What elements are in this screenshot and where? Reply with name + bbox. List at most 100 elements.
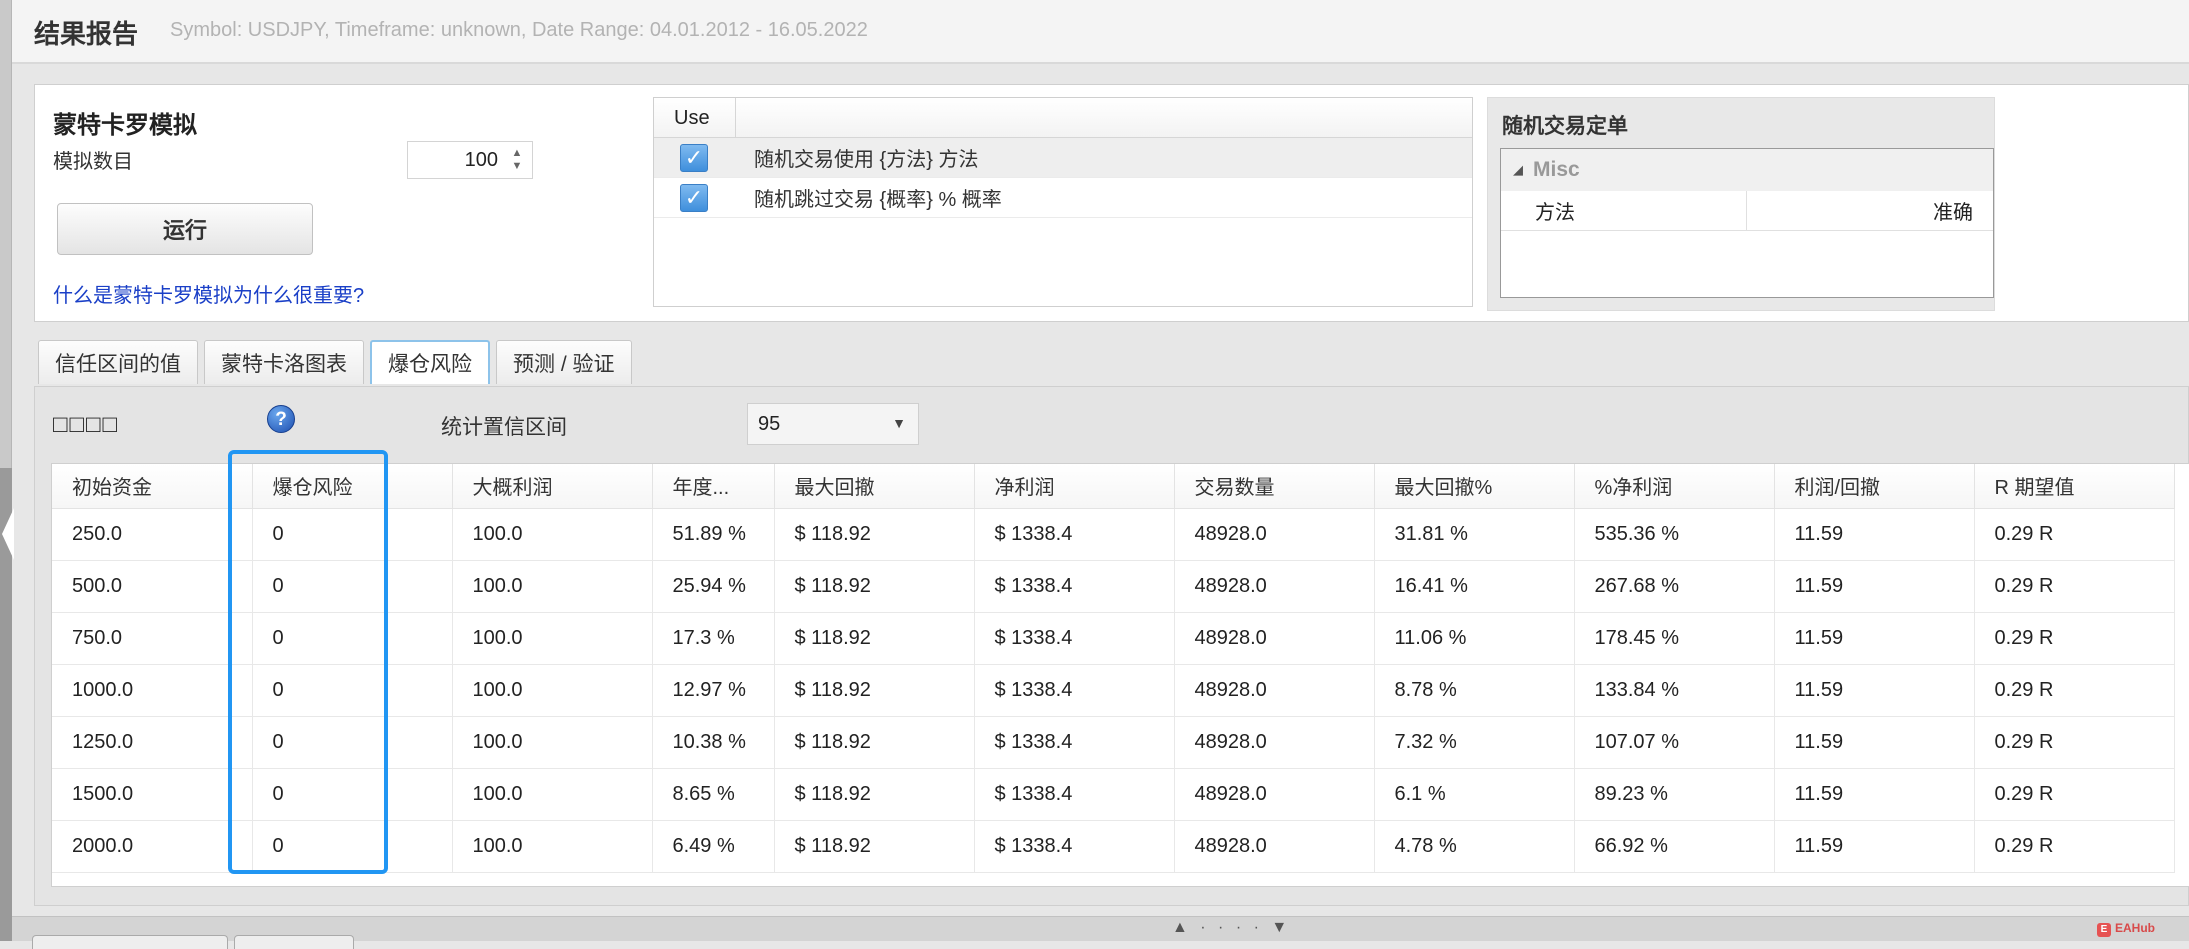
table-cell: 100.0 (452, 612, 653, 665)
option-row-random-method[interactable]: ✓ 随机交易使用 {方法} 方法 (654, 138, 1472, 178)
table-cell: $ 1338.4 (974, 716, 1175, 769)
column-header[interactable]: 最大回撤% (1374, 464, 1575, 509)
table-cell: 11.59 (1774, 716, 1975, 769)
property-grid: ◢ Misc 方法 准确 (1500, 148, 1994, 298)
random-trade-order-panel: 随机交易定单 ◢ Misc 方法 准确 (1487, 97, 1995, 311)
confidence-level-value[interactable]: 95 (758, 413, 780, 436)
tab-monte-carlo-chart[interactable]: 蒙特卡洛图表 (204, 340, 364, 384)
splitter-handle-icon[interactable]: ▲ · · · · ▼ (1172, 919, 1291, 937)
expand-triangle-icon[interactable]: ◢ (1513, 162, 1523, 178)
bottom-tab[interactable] (32, 935, 228, 949)
checkbox-checked-icon[interactable]: ✓ (680, 183, 708, 212)
table-cell: 31.81 % (1374, 508, 1575, 561)
table-cell: 535.36 % (1574, 508, 1775, 561)
column-header[interactable]: R 期望值 (1974, 464, 2175, 509)
property-value[interactable]: 准确 (1747, 191, 1993, 230)
simulation-title: 蒙特卡罗模拟 (53, 112, 197, 139)
table-cell: 100.0 (452, 664, 653, 717)
table-cell: 7.32 % (1374, 716, 1575, 769)
table-cell: $ 118.92 (774, 508, 975, 561)
table-cell: 2000.0 (52, 820, 253, 873)
column-header[interactable]: 交易数量 (1174, 464, 1375, 509)
table-cell: 8.65 % (652, 768, 775, 821)
table-cell: 6.1 % (1374, 768, 1575, 821)
table-cell: 48928.0 (1174, 768, 1375, 821)
table-cell: 51.89 % (652, 508, 775, 561)
table-cell: 750.0 (52, 612, 253, 665)
column-header[interactable]: 大概利润 (452, 464, 653, 509)
column-header[interactable]: 利润/回撤 (1774, 464, 1975, 509)
bottom-tab[interactable] (234, 935, 354, 949)
tab-risk-of-ruin[interactable]: 爆仓风险 (370, 340, 490, 384)
table-cell: $ 118.92 (774, 820, 975, 873)
table-cell: 11.59 (1774, 664, 1975, 717)
table-cell: 0.29 R (1974, 560, 2175, 613)
watermark-logo: E EAHub (2097, 921, 2155, 937)
table-cell: 12.97 % (652, 664, 775, 717)
table-cell: 17.3 % (652, 612, 775, 665)
table-cell: 11.59 (1774, 768, 1975, 821)
table-cell: 178.45 % (1574, 612, 1775, 665)
column-header[interactable]: 年度... (652, 464, 775, 509)
category-label: Misc (1533, 158, 1580, 181)
collapse-arrow-icon[interactable] (2, 508, 14, 560)
table-cell: 11.06 % (1374, 612, 1575, 665)
table-cell: 48928.0 (1174, 664, 1375, 717)
checkbox-checked-icon[interactable]: ✓ (680, 143, 708, 172)
table-cell: $ 118.92 (774, 768, 975, 821)
table-cell: 48928.0 (1174, 716, 1375, 769)
table-cell: 48928.0 (1174, 820, 1375, 873)
table-cell: 25.94 % (652, 560, 775, 613)
confidence-level-select[interactable]: 95 ▼ (747, 403, 919, 445)
table-cell: 500.0 (52, 560, 253, 613)
simulation-count-stepper[interactable]: 100 ▲ ▼ (407, 141, 533, 179)
monte-carlo-help-link[interactable]: 什么是蒙特卡罗模拟为什么很重要? (53, 279, 364, 308)
report-header: 结果报告 Symbol: USDJPY, Timeframe: unknown,… (12, 0, 2189, 64)
confidence-level-label: 统计置信区间 (441, 416, 567, 439)
table-cell: 100.0 (452, 820, 653, 873)
page-title: 结果报告 (34, 19, 139, 49)
tab-confidence-values[interactable]: 信任区间的值 (38, 340, 198, 384)
stepper-arrows-icon[interactable]: ▲ ▼ (510, 147, 524, 175)
column-header[interactable]: 净利润 (974, 464, 1175, 509)
table-cell: $ 1338.4 (974, 664, 1175, 717)
table-cell: $ 1338.4 (974, 768, 1175, 821)
table-cell: 89.23 % (1574, 768, 1775, 821)
property-row-method[interactable]: 方法 准确 (1501, 191, 1993, 231)
option-label: 随机跳过交易 {概率} % 概率 (754, 189, 1002, 211)
option-row-skip-trades[interactable]: ✓ 随机跳过交易 {概率} % 概率 (654, 178, 1472, 218)
use-column-header: Use (654, 98, 736, 137)
column-header[interactable]: 初始资金 (52, 464, 253, 509)
section-label: □□□□ (53, 411, 119, 438)
simulation-count-label: 模拟数目 (53, 151, 133, 173)
tab-forecast-validation[interactable]: 预测 / 验证 (496, 340, 632, 384)
table-cell: $ 118.92 (774, 716, 975, 769)
table-cell: 1000.0 (52, 664, 253, 717)
table-cell: $ 118.92 (774, 560, 975, 613)
run-button[interactable]: 运行 (57, 203, 313, 255)
table-cell: 267.68 % (1574, 560, 1775, 613)
table-cell: 6.49 % (652, 820, 775, 873)
table-cell: 16.41 % (1374, 560, 1575, 613)
table-cell: 10.38 % (652, 716, 775, 769)
table-cell: 100.0 (452, 560, 653, 613)
table-cell: 1500.0 (52, 768, 253, 821)
table-cell: 107.07 % (1574, 716, 1775, 769)
simulation-settings-panel: 蒙特卡罗模拟 模拟数目 100 ▲ ▼ 运行 什么是蒙特卡罗模拟为什么很重要? U… (34, 84, 2189, 322)
dropdown-arrow-icon[interactable]: ▼ (892, 415, 906, 431)
table-cell: 11.59 (1774, 560, 1975, 613)
table-cell: $ 118.92 (774, 612, 975, 665)
property-category-misc[interactable]: ◢ Misc (1501, 149, 1993, 191)
options-header: Use (654, 98, 1472, 138)
table-cell: 1250.0 (52, 716, 253, 769)
risk-of-ruin-column-highlight (228, 450, 388, 874)
table-cell: 0.29 R (1974, 664, 2175, 717)
property-key: 方法 (1501, 191, 1747, 230)
table-cell: 0.29 R (1974, 820, 2175, 873)
column-header[interactable]: %净利润 (1574, 464, 1775, 509)
table-cell: 11.59 (1774, 612, 1975, 665)
table-cell: 48928.0 (1174, 612, 1375, 665)
column-header[interactable]: 最大回撤 (774, 464, 975, 509)
table-cell: $ 1338.4 (974, 820, 1175, 873)
question-icon[interactable]: ? (267, 405, 295, 433)
